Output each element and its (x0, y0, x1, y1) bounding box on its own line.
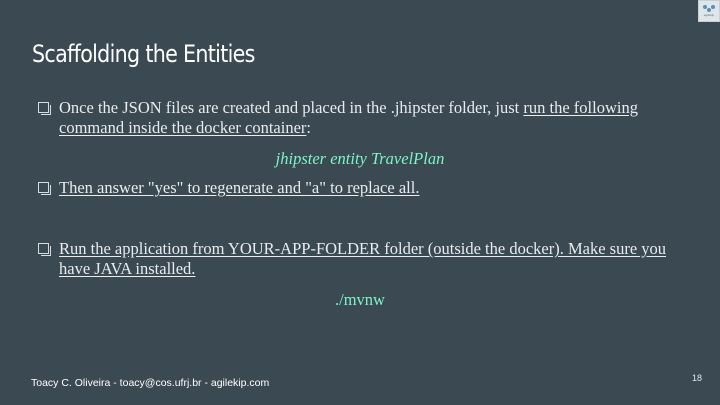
bullet-1-tail: : (306, 118, 312, 137)
checkbox-bullet-icon (38, 243, 51, 256)
logo-mark-icon (703, 5, 715, 13)
bullet-3: Run the application from YOUR-APP-FOLDER… (38, 239, 678, 279)
command-mvnw: ./mvnw (335, 290, 385, 309)
command-jhipster-entity: jhipster entity TravelPlan (275, 149, 445, 168)
agilekip-logo: agilekip (698, 0, 720, 22)
checkbox-bullet-icon (38, 182, 51, 195)
footer-credits: Toacy C. Oliveira - toacy@cos.ufrj.br - … (31, 377, 270, 389)
bullet-2-text: Then answer "yes" to regenerate and "a" … (59, 178, 678, 198)
bullet-1-text: Once the JSON files are created and plac… (59, 98, 678, 138)
bullet-2: Then answer "yes" to regenerate and "a" … (38, 178, 678, 198)
bullet-2-link: Then answer "yes" to regenerate and "a" … (59, 178, 420, 197)
bullet-1: Once the JSON files are created and plac… (38, 98, 678, 138)
bullet-3-text: Run the application from YOUR-APP-FOLDER… (59, 239, 678, 279)
page-number: 18 (692, 373, 703, 383)
logo-text: agilekip (703, 13, 715, 17)
slide: agilekip Scaffolding the Entities Once t… (0, 0, 720, 405)
bullet-3-link: Run the application from YOUR-APP-FOLDER… (59, 239, 667, 278)
checkbox-bullet-icon (38, 102, 51, 115)
slide-title: Scaffolding the Entities (32, 40, 255, 68)
bullet-1-plain: Once the JSON files are created and plac… (59, 98, 524, 117)
